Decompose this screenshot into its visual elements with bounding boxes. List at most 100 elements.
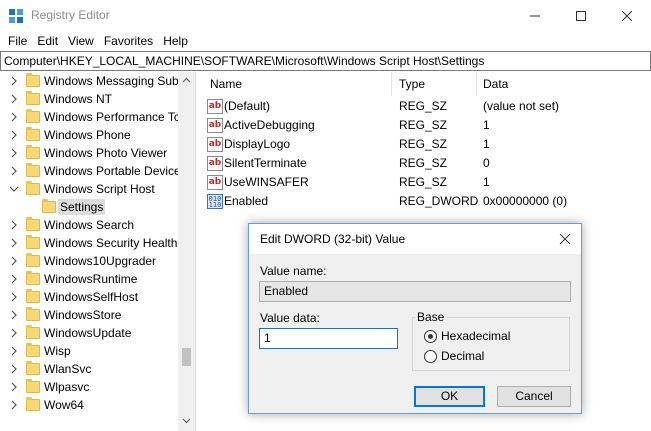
chevron-right-icon[interactable]	[9, 310, 19, 320]
column-header-name[interactable]: Name	[210, 72, 242, 96]
address-bar[interactable]: Computer\HKEY_LOCAL_MACHINE\SOFTWARE\Mic…	[0, 51, 651, 71]
chevron-right-icon[interactable]	[9, 274, 19, 284]
value-row-silentterminate[interactable]: ab SilentTerminate REG_SZ 0	[201, 154, 651, 173]
base-groupbox	[412, 317, 570, 371]
folder-icon	[26, 145, 40, 159]
value-name-field: Enabled	[259, 281, 571, 302]
tree-item-label: Windows Photo Viewer	[44, 146, 168, 160]
tree-item-label: Windows Script Host	[44, 182, 155, 196]
tree-item-windows-search[interactable]: Windows Search	[0, 216, 180, 234]
chevron-down-icon[interactable]	[9, 184, 19, 194]
tree-item-label: Wlpasvc	[44, 380, 90, 394]
close-icon[interactable]	[558, 232, 572, 246]
tree-item-windows-script-host[interactable]: Windows Script Host	[0, 180, 180, 198]
tree-item-windows-nt[interactable]: Windows NT	[0, 90, 180, 108]
chevron-right-icon[interactable]	[9, 382, 19, 392]
value-name: (Default)	[224, 99, 271, 113]
tree-item-label: Windows Performance Tc	[44, 110, 180, 124]
tree-item-windows-messaging-subsystem[interactable]: Windows Messaging Subs	[0, 72, 185, 90]
column-divider[interactable]	[476, 72, 477, 96]
menu-help[interactable]: Help	[158, 31, 193, 51]
folder-icon	[26, 325, 40, 339]
tree-item-wlansvc[interactable]: WlanSvc	[0, 360, 180, 378]
tree-item-wisp[interactable]: Wisp	[0, 342, 180, 360]
chevron-right-icon[interactable]	[9, 166, 19, 176]
hexadecimal-radio[interactable]	[424, 330, 437, 343]
tree-item-windowsupdate[interactable]: WindowsUpdate	[0, 324, 180, 342]
folder-icon	[26, 91, 40, 105]
chevron-right-icon[interactable]	[9, 238, 19, 248]
folder-icon	[26, 361, 40, 375]
string-value-icon: ab	[207, 156, 223, 171]
menu-view[interactable]: View	[63, 31, 99, 51]
value-data: 1	[483, 175, 490, 189]
chevron-right-icon[interactable]	[9, 76, 19, 86]
tree-item-windowsstore[interactable]: WindowsStore	[0, 306, 180, 324]
chevron-right-icon[interactable]	[9, 256, 19, 266]
chevron-right-icon[interactable]	[9, 148, 19, 158]
tree-item-windows-photo-viewer[interactable]: Windows Photo Viewer	[0, 144, 180, 162]
value-type: REG_SZ	[399, 118, 448, 132]
title-bar: Registry Editor	[0, 0, 651, 31]
chevron-right-icon[interactable]	[9, 400, 19, 410]
ok-button[interactable]: OK	[414, 386, 485, 407]
chevron-right-icon[interactable]	[9, 112, 19, 122]
chevron-right-icon[interactable]	[9, 94, 19, 104]
tree-item-label: Windows Search	[44, 218, 135, 232]
menu-edit[interactable]: Edit	[32, 31, 63, 51]
chevron-right-icon[interactable]	[9, 328, 19, 338]
tree-item-label: WindowsStore	[44, 308, 122, 322]
tree-item-windows-phone[interactable]: Windows Phone	[0, 126, 180, 144]
tree-item-settings[interactable]: Settings	[0, 198, 180, 216]
registry-editor-icon	[9, 9, 23, 23]
tree-item-windows-portable-devices[interactable]: Windows Portable Device	[0, 162, 181, 180]
folder-icon	[26, 181, 40, 195]
value-row-usewinsafer[interactable]: ab UseWINSAFER REG_SZ 1	[201, 173, 651, 192]
tree-item-wlpasvc[interactable]: Wlpasvc	[0, 378, 180, 396]
hexadecimal-label[interactable]: Hexadecimal	[441, 329, 510, 343]
column-divider[interactable]	[391, 72, 392, 96]
tree-item-label: WindowsRuntime	[44, 272, 138, 286]
tree-item-windows-security-health[interactable]: Windows Security Health	[0, 234, 180, 252]
cancel-button[interactable]: Cancel	[497, 386, 571, 407]
edit-dword-dialog: Edit DWORD (32-bit) Value Value name: En…	[248, 223, 582, 414]
tree-item-windows10upgrader[interactable]: Windows10Upgrader	[0, 252, 180, 270]
tree-item-windowsselfhost[interactable]: WindowsSelfHost	[0, 288, 180, 306]
chevron-right-icon[interactable]	[9, 346, 19, 356]
tree-item-label: Wow64	[44, 398, 84, 412]
tree-item-windows-performance-toolkit[interactable]: Windows Performance Tc	[0, 108, 180, 126]
tree-scrollbar[interactable]	[178, 72, 195, 431]
column-header-data[interactable]: Data	[483, 72, 508, 96]
folder-icon	[26, 163, 40, 177]
chevron-right-icon[interactable]	[9, 292, 19, 302]
chevron-right-icon[interactable]	[9, 364, 19, 374]
value-row-default[interactable]: ab (Default) REG_SZ (value not set)	[201, 97, 651, 116]
folder-icon	[26, 379, 40, 393]
decimal-radio[interactable]	[424, 350, 437, 363]
dialog-title-bar[interactable]: Edit DWORD (32-bit) Value	[249, 224, 581, 254]
value-row-activedebugging[interactable]: ab ActiveDebugging REG_SZ 1	[201, 116, 651, 135]
scroll-down-icon[interactable]	[182, 416, 191, 425]
chevron-right-icon[interactable]	[9, 130, 19, 140]
minimize-icon	[530, 15, 540, 16]
base-label: Base	[415, 310, 447, 324]
close-button[interactable]	[604, 0, 650, 31]
maximize-button[interactable]	[558, 0, 604, 31]
tree-item-windowsruntime[interactable]: WindowsRuntime	[0, 270, 180, 288]
menu-file[interactable]: File	[3, 31, 32, 51]
tree-item-label: Windows Messaging Subs	[44, 74, 185, 88]
value-row-displaylogo[interactable]: ab DisplayLogo REG_SZ 1	[201, 135, 651, 154]
tree-item-wow64[interactable]: Wow64	[0, 396, 180, 414]
column-header-type[interactable]: Type	[399, 72, 425, 96]
scroll-up-icon[interactable]	[182, 76, 191, 85]
decimal-label[interactable]: Decimal	[441, 349, 484, 363]
menu-favorites[interactable]: Favorites	[99, 31, 158, 51]
open-folder-icon	[42, 199, 56, 213]
value-data-label: Value data:	[260, 311, 320, 325]
tree-item-label: Windows10Upgrader	[44, 254, 157, 268]
chevron-right-icon[interactable]	[9, 220, 19, 230]
scrollbar-thumb[interactable]	[182, 348, 191, 366]
value-data-input[interactable]: 1	[259, 328, 398, 349]
minimize-button[interactable]	[512, 0, 558, 31]
value-row-enabled[interactable]: 010 110 Enabled REG_DWORD 0x00000000 (0)	[201, 192, 651, 211]
